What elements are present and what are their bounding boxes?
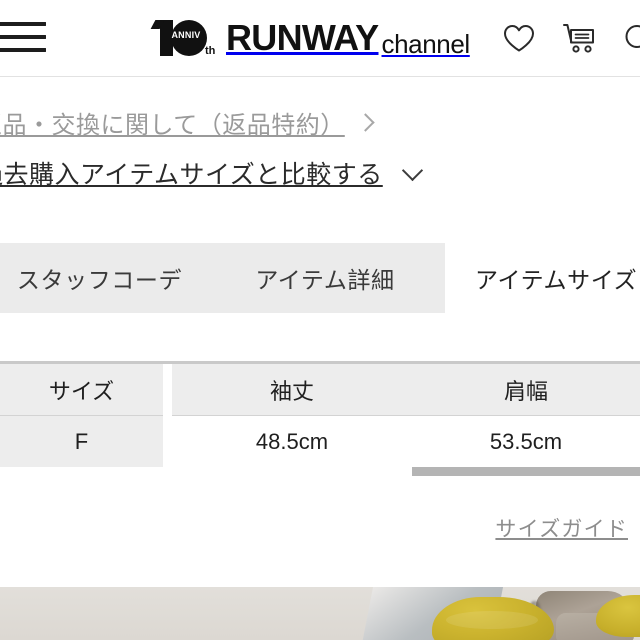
- chevron-right-icon: [356, 113, 375, 132]
- size-table-section: サイズ 袖丈 肩幅 F 48.5cm 53.5cm: [0, 361, 640, 468]
- cell-size-value: F: [0, 416, 163, 468]
- header-cell-size: サイズ: [0, 364, 163, 416]
- header-cell-shoulder: 肩幅: [412, 364, 640, 416]
- shopping-cart-icon[interactable]: [562, 22, 596, 54]
- header-cell-sleeve: 袖丈: [172, 364, 412, 416]
- brand-primary-text: RUNWAY: [226, 17, 379, 58]
- site-header: ANNIV th RUNWAY channel: [0, 0, 640, 77]
- hamburger-line: [0, 35, 46, 39]
- table-row: F 48.5cm 53.5cm: [0, 416, 640, 468]
- tab-label: アイテムサイズ: [475, 267, 638, 293]
- product-photo[interactable]: [0, 587, 640, 640]
- returns-policy-label: 返品・交換に関して（返品特約）: [0, 112, 345, 139]
- scrollbar-thumb[interactable]: [412, 467, 640, 476]
- tab-label: アイテム詳細: [255, 267, 395, 293]
- horizontal-scrollbar[interactable]: [0, 467, 640, 476]
- compare-past-size-label: 過去購入アイテムサイズと比較する: [0, 161, 383, 189]
- search-icon[interactable]: [622, 22, 640, 54]
- hamburger-menu-icon[interactable]: [0, 22, 46, 56]
- anniversary-badge-icon: ANNIV th: [160, 17, 220, 59]
- cell-sleeve-value: 48.5cm: [172, 416, 412, 468]
- favorite-heart-icon[interactable]: [502, 22, 536, 54]
- cell-gap: [163, 416, 172, 468]
- table-header-row: サイズ 袖丈 肩幅: [0, 364, 640, 416]
- tab-staff-coordinate[interactable]: スタッフコーデ: [0, 243, 205, 313]
- tab-item-size[interactable]: アイテムサイズ: [445, 243, 640, 313]
- size-table-header: サイズ 袖丈 肩幅: [0, 364, 640, 416]
- size-table: サイズ 袖丈 肩幅 F 48.5cm 53.5cm: [0, 364, 640, 468]
- product-tab-bar: スタッフコーデ アイテム詳細 アイテムサイズ: [0, 243, 640, 313]
- tab-label: スタッフコーデ: [16, 267, 183, 293]
- page-root: ANNIV th RUNWAY channel 返品・交換に関して（返品特約） …: [0, 0, 640, 640]
- header-cell-gap: [163, 364, 172, 416]
- anniv-label: ANNIV: [171, 30, 201, 40]
- hamburger-line: [0, 48, 46, 52]
- tab-item-detail[interactable]: アイテム詳細: [205, 243, 445, 313]
- size-guide-link[interactable]: サイズガイド: [495, 513, 628, 543]
- site-logo[interactable]: ANNIV th RUNWAY channel: [160, 14, 470, 62]
- anniv-suffix: th: [205, 45, 216, 57]
- header-icon-group: [502, 22, 640, 54]
- cell-shoulder-value: 53.5cm: [412, 416, 640, 468]
- size-table-body: F 48.5cm 53.5cm: [0, 416, 640, 468]
- chevron-down-icon: [401, 159, 423, 181]
- brand-secondary-text: channel: [381, 29, 471, 59]
- compare-past-size-link[interactable]: 過去購入アイテムサイズと比較する: [0, 155, 423, 191]
- hamburger-line: [0, 22, 46, 26]
- returns-policy-link[interactable]: 返品・交換に関して（返品特約）: [0, 105, 375, 140]
